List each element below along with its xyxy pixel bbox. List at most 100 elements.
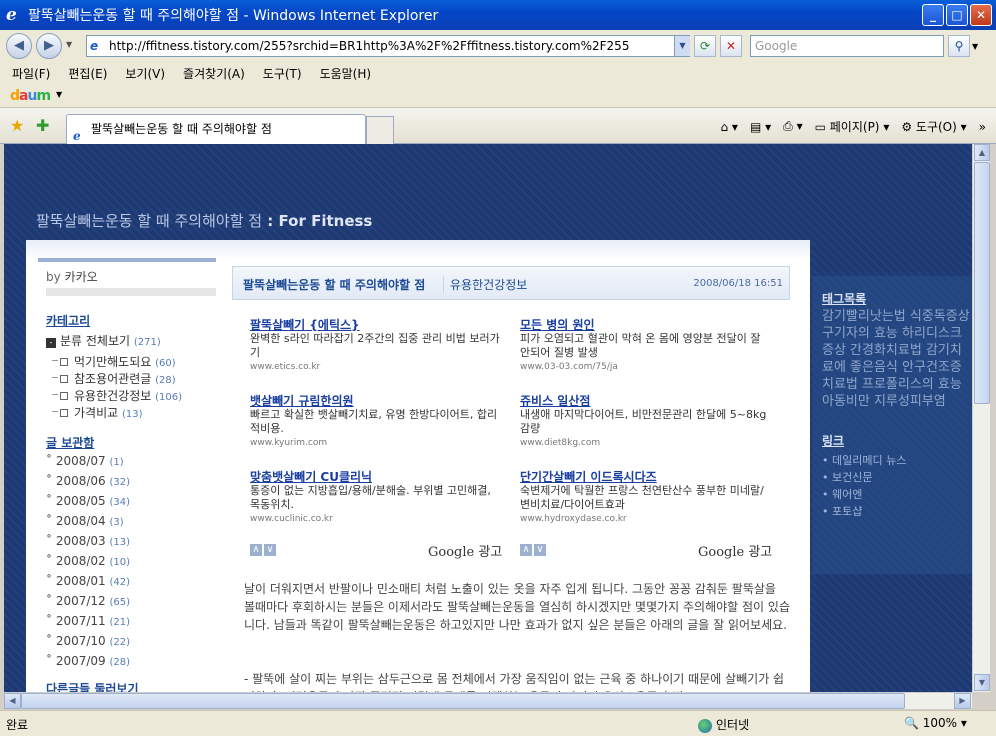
back-button[interactable]: ◀ [6,33,32,59]
menu-view[interactable]: 보기(V) [125,65,165,82]
vertical-scroll-thumb[interactable] [974,162,990,404]
page-icon: e [90,39,99,53]
ad-item[interactable]: 모든 병의 원인 피가 오염되고 혈관이 막혀 온 몸에 영양분 전달이 잘 안… [520,318,770,374]
scroll-down-button[interactable]: ▼ [974,674,990,691]
daum-logo[interactable]: daum [10,88,51,104]
archive-heading[interactable]: 글 보관함 [46,434,94,451]
link-item[interactable]: • 보건신문 [822,469,872,485]
tab-current[interactable]: e 팔뚝살빼는운동 할 때 주의해야할 점 [66,114,366,144]
address-toolbar: ◀ ▶ ▼ e http://ffitness.tistory.com/255?… [0,30,996,62]
menu-edit[interactable]: 편집(E) [68,65,107,82]
ad-item[interactable]: 맞춤뱃살빼기 CU클리닉 통증이 없는 지방흡입/용해/분해술. 부위별 고민해… [250,470,500,526]
tools-menu-label: 도구(O) [915,120,957,134]
ad-nav: ∧ ∨ [520,544,552,556]
category-item[interactable]: 참조용어관련글 (28) [52,370,176,387]
menu-help[interactable]: 도움말(H) [320,65,372,82]
post-paragraph: 날이 더워지면서 반팔이나 민소매티 처럼 노출이 있는 옷을 자주 입게 됩니… [244,582,790,632]
link-item[interactable]: • 웨어엔 [822,486,862,502]
zoom-control[interactable]: 🔍 100% ▾ [904,716,967,730]
category-all[interactable]: - 분류 전체보기 (271) [46,332,161,349]
archive-item[interactable]: ˚ 2008/01 (42) [46,574,130,588]
blog-title[interactable]: 팔뚝살빼는운동 할 때 주의해야할 점 : For Fitness [36,210,372,231]
scroll-up-button[interactable]: ▲ [974,144,990,161]
archive-item[interactable]: ˚ 2008/07 (1) [46,454,124,468]
search-icon[interactable]: ⚲ [948,35,970,57]
maximize-button[interactable]: □ [946,4,968,26]
archive-item[interactable]: ˚ 2008/03 (13) [46,534,130,548]
ad-next-button[interactable]: ∨ [264,544,276,556]
history-dropdown-icon[interactable]: ▼ [66,40,72,49]
print-icon[interactable]: ⎙ ▾ [783,119,802,134]
post-title[interactable]: 팔뚝살빼는운동 할 때 주의해야할 점 [243,276,425,293]
page-menu[interactable]: ▭ 페이지(P) ▾ [815,118,890,135]
tools-menu[interactable]: ⚙ 도구(O) ▾ [901,118,966,135]
scroll-left-button[interactable]: ◀ [4,693,21,709]
horizontal-scrollbar[interactable]: ◀ ▶ [4,692,972,709]
menu-tools[interactable]: 도구(T) [263,65,302,82]
more-posts-heading[interactable]: 다른글들 둘러보기 [46,680,139,692]
post-category[interactable]: 유용한건강정보 [443,276,527,293]
vertical-scrollbar[interactable]: ▲ ▼ [972,144,990,692]
new-tab-button[interactable] [366,116,394,144]
favorites-star-icon[interactable]: ★ [10,116,24,135]
ad-next-button[interactable]: ∨ [534,544,546,556]
search-options-icon[interactable]: ▼ [972,42,978,51]
address-dropdown-button[interactable]: ▼ [674,36,690,56]
forward-button[interactable]: ▶ [36,33,62,59]
ad-item[interactable]: 팔뚝살빼기 {에틱스} 완벽한 s라인 따라잡기 2주간의 집중 관리 비법 보… [250,318,500,374]
search-placeholder: Google [755,39,798,53]
feeds-icon[interactable]: ▤ ▾ [750,120,771,134]
ie-logo-icon: e [6,5,17,25]
tag-heading[interactable]: 태그목록 [822,290,866,307]
link-item[interactable]: • 포토샵 [822,503,862,519]
refresh-button[interactable]: ⟳ [694,35,716,57]
search-input[interactable]: Google [750,35,944,57]
post-area: 팔뚝살빼는운동 할 때 주의해야할 점 유용한건강정보 2008/06/18 1… [232,258,806,692]
close-button[interactable]: ✕ [970,4,992,26]
ad-item[interactable]: 쥬비스 일산점 내생애 마지막다이어트, 비만전문관리 한달에 5~8kg 감량… [520,394,770,450]
more-chevron-icon[interactable]: » [979,120,986,134]
archive-item[interactable]: ˚ 2007/12 (65) [46,594,130,608]
tab-title: 팔뚝살빼는운동 할 때 주의해야할 점 [91,122,272,136]
sidebar: by 카카오 카테고리 - 분류 전체보기 (271) 먹기만해도되요 (60) … [38,258,216,692]
archive-item[interactable]: ˚ 2007/10 (22) [46,634,130,648]
archive-item[interactable]: ˚ 2008/04 (3) [46,514,124,528]
archive-item[interactable]: ˚ 2007/11 (21) [46,614,130,628]
category-item[interactable]: 유용한건강정보 (106) [52,387,182,404]
address-input[interactable]: e http://ffitness.tistory.com/255?srchid… [86,35,690,57]
archive-item[interactable]: ˚ 2008/02 (10) [46,554,130,568]
menu-file[interactable]: 파일(F) [12,65,50,82]
horizontal-scroll-thumb[interactable] [21,693,905,709]
home-icon[interactable]: ⌂ ▾ [721,120,738,134]
daum-dropdown-icon[interactable]: ▼ [56,90,62,99]
author-name: 카카오 [64,270,98,284]
menu-favorites[interactable]: 즐겨찾기(A) [183,65,245,82]
archive-item[interactable]: ˚ 2008/06 (32) [46,474,130,488]
tag-cloud[interactable]: 감기빨리낫는법 식중독증상 구기자의 효능 하리디스크증상 간경화치료법 감기치… [822,308,972,418]
ad-item[interactable]: 뱃살빼기 규림한의원 빠르고 확실한 뱃살빼기치료, 유명 한방다이어트, 합리… [250,394,500,450]
stop-button[interactable]: ✕ [720,35,742,57]
add-favorites-icon[interactable]: ✚ [36,116,49,135]
minimize-button[interactable]: _ [922,4,944,26]
link-item[interactable]: • 데일리메디 뉴스 [822,452,906,468]
google-ad-label[interactable]: Google 광고 [428,541,502,560]
category-item[interactable]: 가격비교 (13) [52,404,143,421]
scroll-right-button[interactable]: ▶ [954,693,971,709]
category-item[interactable]: 먹기만해도되요 (60) [52,353,176,370]
tab-bar: ★ ✚ e 팔뚝살빼는운동 할 때 주의해야할 점 ⌂ ▾ ▤ ▾ ⎙ ▾ ▭ … [0,108,996,144]
window-title: 팔뚝살빼는운동 할 때 주의해야할 점 - Windows Internet E… [28,8,439,24]
archive-item[interactable]: ˚ 2008/05 (34) [46,494,130,508]
menu-bar: 파일(F) 편집(E) 보기(V) 즐겨찾기(A) 도구(T) 도움말(H) [0,62,996,84]
ad-item[interactable]: 단기간살빼기 이드록시다즈 숙변제거에 탁월한 프랑스 천연탄산수 풍부한 미네… [520,470,770,526]
archive-item[interactable]: ˚ 2007/09 (28) [46,654,130,668]
globe-icon [698,718,712,733]
google-ad-label[interactable]: Google 광고 [698,541,772,560]
category-heading[interactable]: 카테고리 [46,312,90,329]
ad-nav: ∧ ∨ [250,544,282,556]
ad-prev-button[interactable]: ∧ [250,544,262,556]
right-sidebar: 태그목록 감기빨리낫는법 식중독증상 구기자의 효능 하리디스크증상 간경화치료… [812,276,972,574]
status-bar: 완료 인터넷 🔍 100% ▾ [0,710,996,736]
link-heading: 링크 [822,434,845,448]
ad-prev-button[interactable]: ∧ [520,544,532,556]
command-bar: ⌂ ▾ ▤ ▾ ⎙ ▾ ▭ 페이지(P) ▾ ⚙ 도구(O) ▾ » [721,118,987,135]
